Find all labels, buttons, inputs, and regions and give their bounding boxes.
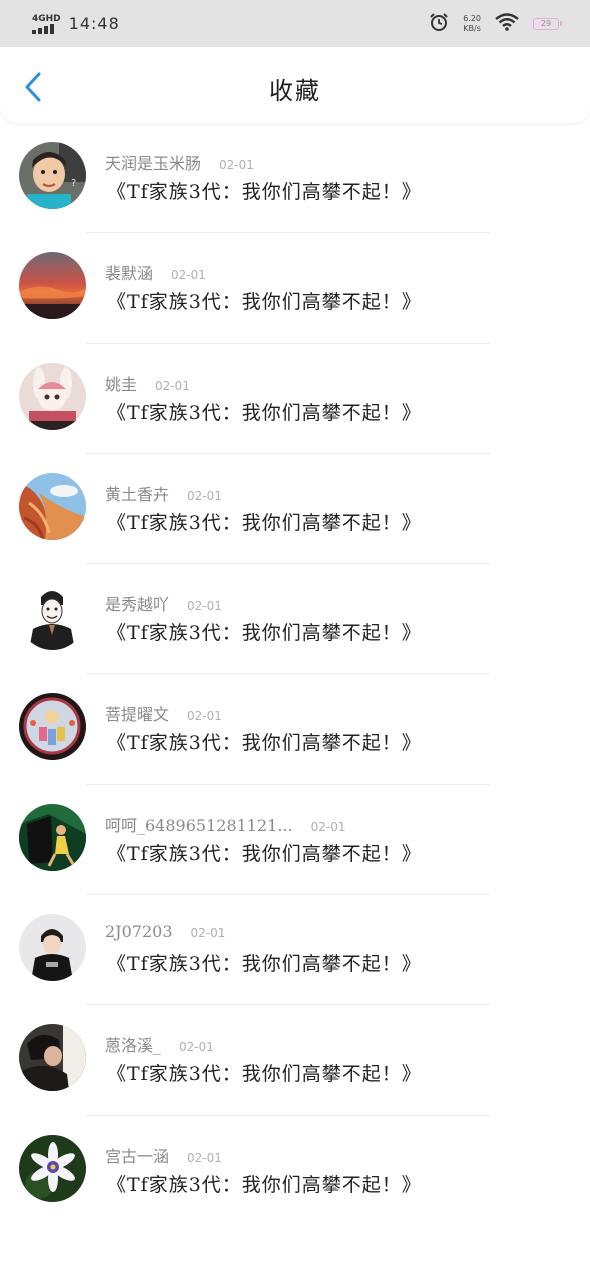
- username: 蒽洛溪_: [105, 1036, 162, 1056]
- list-item[interactable]: 姚圭 02-01 《Tf家族3代：我你们高攀不起！》: [0, 344, 590, 454]
- avatar[interactable]: [19, 362, 86, 430]
- username: 天润是玉米肠: [105, 154, 202, 173]
- wifi-icon: [495, 12, 519, 35]
- date: 02-01: [187, 599, 222, 614]
- username: 裴默涵: [105, 264, 154, 284]
- item-title: 《Tf家族3代：我你们高攀不起！》: [107, 291, 422, 314]
- date: 02-01: [187, 709, 222, 724]
- item-meta: 黄土香卉 02-01: [105, 481, 222, 505]
- avatar[interactable]: [19, 1024, 86, 1092]
- list-item[interactable]: 菩提曜文 02-01 《Tf家族3代：我你们高攀不起！》: [0, 674, 590, 785]
- item-title: 《Tf家族3代：我你们高攀不起！》: [107, 401, 422, 424]
- date: 02-01: [310, 819, 346, 834]
- date: 02-01: [187, 488, 222, 503]
- username: 黄土香卉: [105, 484, 170, 504]
- item-meta: 天润是玉米肠 02-01: [105, 150, 254, 174]
- avatar[interactable]: [19, 472, 86, 540]
- speed-value: 6.20: [463, 13, 481, 23]
- item-title: 《Tf家族3代：我你们高攀不起！》: [107, 842, 422, 865]
- item-title: 《Tf家族3代：我你们高攀不起！》: [107, 622, 422, 645]
- date: 02-01: [179, 1040, 214, 1055]
- alarm-icon: [429, 12, 449, 36]
- item-title: 《Tf家族3代：我你们高攀不起！》: [107, 511, 422, 534]
- signal-icon: [32, 23, 54, 34]
- avatar[interactable]: [19, 693, 86, 761]
- item-meta: 蒽洛溪_ 02-01: [105, 1032, 214, 1056]
- list-item[interactable]: 是秀越吖 02-01 《Tf家族3代：我你们高攀不起！》: [0, 564, 590, 675]
- item-meta: 菩提曜文 02-01: [105, 701, 222, 725]
- date: 02-01: [190, 926, 226, 941]
- status-left: 4GHD 14:48: [32, 14, 120, 34]
- username: 呵呵_6489651281121...: [105, 815, 293, 835]
- item-title: 《Tf家族3代：我你们高攀不起！》: [107, 732, 422, 755]
- svg-text:?: ?: [71, 178, 76, 189]
- item-title: 《Tf家族3代：我你们高攀不起！》: [107, 953, 422, 976]
- username: 宫古一涵: [105, 1146, 170, 1166]
- item-meta: 姚圭 02-01: [105, 371, 190, 395]
- clock-time: 14:48: [68, 14, 120, 33]
- battery-level: 29: [540, 19, 552, 28]
- nav-bar: 收藏: [0, 47, 590, 123]
- date: 02-01: [187, 1150, 222, 1165]
- favorites-list: ? 天润是玉米肠 02-01 《Tf家族3代：我你们高攀不起！》 裴默涵 02-…: [0, 123, 590, 1226]
- battery-icon: 29: [533, 17, 562, 30]
- network-indicator: 4GHD: [32, 14, 61, 34]
- avatar[interactable]: [19, 803, 86, 871]
- item-title: 《Tf家族3代：我你们高攀不起！》: [107, 181, 422, 203]
- item-meta: 呵呵_6489651281121... 02-01: [105, 812, 345, 836]
- item-meta: 裴默涵 02-01: [105, 260, 206, 284]
- speed-unit: KB/s: [463, 23, 481, 33]
- item-title: 《Tf家族3代：我你们高攀不起！》: [107, 1173, 422, 1196]
- list-item[interactable]: 黄土香卉 02-01 《Tf家族3代：我你们高攀不起！》: [0, 454, 590, 565]
- battery-fill: [534, 18, 541, 29]
- date: 02-01: [155, 378, 190, 393]
- item-title: 《Tf家族3代：我你们高攀不起！》: [107, 1063, 422, 1086]
- username: 是秀越吖: [105, 595, 170, 615]
- list-item[interactable]: 2J07203 02-01 《Tf家族3代：我你们高攀不起！》: [0, 895, 590, 1006]
- avatar[interactable]: [19, 1134, 86, 1202]
- item-meta: 2J07203 02-01: [105, 922, 225, 941]
- date: 02-01: [219, 158, 254, 172]
- list-item[interactable]: 蒽洛溪_ 02-01 《Tf家族3代：我你们高攀不起！》: [0, 1005, 590, 1116]
- avatar[interactable]: [19, 914, 86, 982]
- avatar[interactable]: [19, 252, 86, 320]
- avatar[interactable]: ?: [19, 142, 86, 209]
- username: 姚圭: [105, 374, 138, 394]
- list-item[interactable]: ? 天润是玉米肠 02-01 《Tf家族3代：我你们高攀不起！》: [0, 123, 590, 234]
- network-label: 4GHD: [32, 13, 61, 24]
- network-speed: 6.20 KB/s: [463, 14, 481, 34]
- status-bar: 4GHD 14:48 6.20 KB/s 29: [0, 0, 590, 47]
- list-item[interactable]: 裴默涵 02-01 《Tf家族3代：我你们高攀不起！》: [0, 233, 590, 344]
- list-item[interactable]: 呵呵_6489651281121... 02-01 《Tf家族3代：我你们高攀不…: [0, 785, 590, 896]
- status-right: 6.20 KB/s 29: [429, 12, 562, 36]
- page-title: 收藏: [269, 77, 321, 105]
- username: 菩提曜文: [105, 705, 170, 725]
- list-item[interactable]: 宫古一涵 02-01 《Tf家族3代：我你们高攀不起！》: [0, 1116, 590, 1226]
- item-meta: 宫古一涵 02-01: [105, 1143, 222, 1167]
- date: 02-01: [171, 268, 206, 283]
- item-meta: 是秀越吖 02-01: [105, 591, 222, 615]
- username: 2J07203: [105, 922, 173, 942]
- avatar[interactable]: [19, 583, 86, 651]
